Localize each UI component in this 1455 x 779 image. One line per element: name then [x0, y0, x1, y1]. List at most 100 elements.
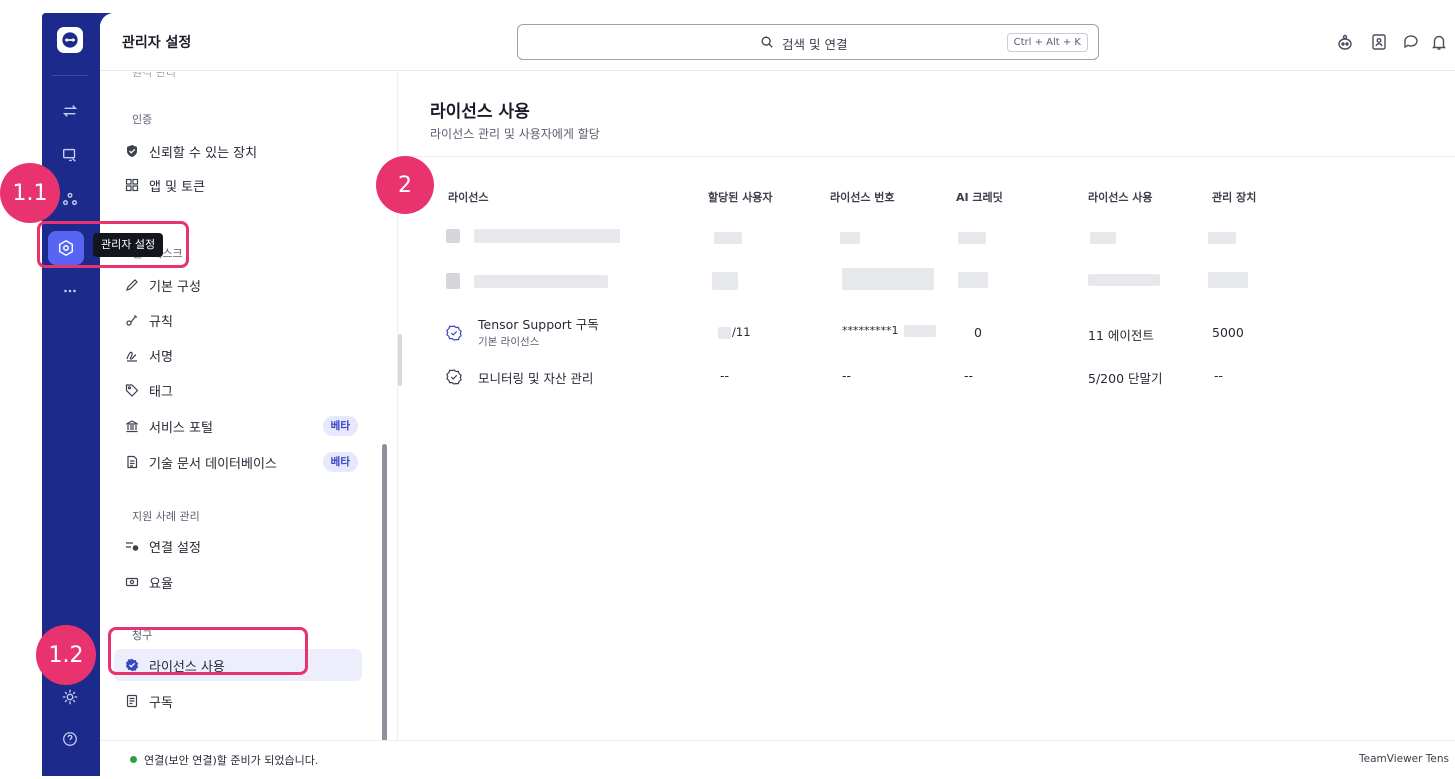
sidebar-item-basic-config[interactable]: 기본 구성: [114, 269, 362, 301]
money-icon: [124, 574, 140, 590]
sidebar-item-tags[interactable]: 태그: [114, 374, 362, 406]
remote-device-icon[interactable]: [56, 141, 84, 169]
assigned-users-count: --: [720, 368, 730, 383]
license-usage: 5/200 단말기: [1088, 371, 1163, 386]
rule-icon: [124, 312, 140, 328]
verified-badge-icon: [446, 369, 462, 385]
redacted-block: [714, 232, 742, 244]
annotation-badge-1-2: 1.2: [36, 625, 96, 685]
redacted-block: [474, 229, 620, 243]
contact-card-icon[interactable]: [1370, 33, 1388, 51]
sidebar-cut-label: 원격 관리: [132, 72, 176, 79]
license-number: *********1: [842, 324, 899, 337]
license-number: --: [842, 368, 852, 383]
sidebar-item-label: 서비스 포털: [149, 420, 213, 436]
verified-badge-icon: [446, 325, 462, 341]
redacted-block: [958, 232, 986, 244]
tag-icon: [124, 382, 140, 398]
content-divider: [402, 156, 1455, 157]
redacted-block: [842, 268, 934, 290]
sidebar-item-rules[interactable]: 규칙: [114, 304, 362, 336]
license-type: 기본 라이선스: [478, 336, 540, 348]
subscription-icon: [124, 693, 140, 709]
sidebar-item-subscription[interactable]: 구독: [114, 685, 362, 717]
top-header: 관리자 설정 검색 및 연결 Ctrl + Alt + K: [100, 13, 1455, 71]
sidebar-item-label: 태그: [149, 384, 173, 400]
swap-arrows-icon[interactable]: [56, 97, 84, 125]
redacted-block: [1208, 272, 1248, 288]
app-title: 관리자 설정: [122, 35, 192, 51]
redacted-block: [1208, 232, 1236, 244]
more-icon[interactable]: [56, 277, 84, 305]
search-placeholder: 검색 및 연결: [782, 37, 848, 52]
managed-devices: 5000: [1212, 325, 1244, 340]
search-input[interactable]: 검색 및 연결 Ctrl + Alt + K: [517, 24, 1099, 60]
page-subtitle: 라이선스 관리 및 사용자에게 할당: [430, 127, 600, 141]
sidebar-item-rates[interactable]: 요율: [114, 566, 362, 598]
annotation-box-license-usage: [108, 627, 308, 675]
license-name: Tensor Support 구독: [478, 317, 599, 332]
redacted-block: [1090, 232, 1116, 244]
network-icon[interactable]: [56, 185, 84, 213]
sidebar-item-label: 신뢰할 수 있는 장치: [149, 145, 258, 161]
page-title: 라이선스 사용: [430, 102, 530, 122]
redacted-block: [904, 325, 936, 337]
shield-check-icon: [124, 143, 140, 159]
column-header-assigned-users[interactable]: 할당된 사용자: [708, 189, 773, 205]
search-shortcut: Ctrl + Alt + K: [1006, 33, 1088, 52]
beta-badge: 베타: [322, 452, 358, 472]
sidebar-scrollbar[interactable]: [382, 444, 387, 740]
product-name: TeamViewer Tens: [1359, 753, 1449, 765]
redacted-block: [712, 272, 738, 290]
annotation-badge-1-1: 1.1: [0, 163, 60, 223]
rail-divider: [52, 75, 88, 76]
ai-credits: --: [964, 368, 974, 383]
column-header-license-usage[interactable]: 라이선스 사용: [1088, 189, 1153, 205]
managed-devices: --: [1214, 368, 1224, 383]
settings-gear-icon[interactable]: [56, 683, 84, 711]
redacted-block: [446, 273, 460, 289]
ai-credits: 0: [974, 325, 982, 340]
sidebar-item-knowledge-base[interactable]: 기술 문서 데이터베이스 베타: [114, 446, 362, 478]
column-header-license-number[interactable]: 라이선스 번호: [830, 189, 895, 205]
status-text: 연결(보안 연결)할 준비가 되었습니다.: [144, 754, 319, 767]
assistant-icon[interactable]: [1336, 33, 1354, 51]
help-icon[interactable]: [56, 725, 84, 753]
document-icon: [124, 454, 140, 470]
pencil-icon: [124, 277, 140, 293]
sidebar-item-signature[interactable]: 서명: [114, 339, 362, 371]
section-label-case-management: 지원 사례 관리: [132, 510, 200, 523]
sidebar-item-label: 규칙: [149, 314, 173, 330]
redacted-block: [840, 232, 860, 244]
sidebar-item-trusted-devices[interactable]: 신뢰할 수 있는 장치: [114, 135, 362, 167]
sidebar-item-label: 연결 설정: [149, 540, 201, 556]
column-header-ai-credits[interactable]: AI 크레딧: [956, 189, 1003, 205]
chat-icon[interactable]: [1402, 33, 1420, 51]
status-bar: 연결(보안 연결)할 준비가 되었습니다. TeamViewer Tens: [100, 740, 1455, 776]
sidebar-item-label: 앱 및 토큰: [149, 179, 206, 195]
search-icon: [761, 36, 773, 48]
sidebar-item-apps-tokens[interactable]: 앱 및 토큰: [114, 169, 362, 201]
sidebar-item-service-portal[interactable]: 서비스 포털 베타: [114, 410, 362, 442]
redacted-block: [474, 275, 608, 288]
apps-icon: [124, 177, 140, 193]
annotation-badge-2: 2: [376, 156, 434, 214]
license-usage: 11 에이전트: [1088, 328, 1154, 343]
redacted-block: [718, 327, 731, 339]
section-label-auth: 인증: [132, 113, 153, 126]
redacted-block: [958, 272, 988, 288]
sidebar-item-connection-settings[interactable]: 연결 설정: [114, 530, 362, 562]
signature-icon: [124, 347, 140, 363]
teamviewer-logo-icon[interactable]: [57, 27, 83, 53]
notification-bell-icon[interactable]: [1430, 33, 1448, 51]
assigned-users-count: /11: [732, 325, 751, 339]
sidebar-item-label: 요율: [149, 576, 173, 592]
beta-badge: 베타: [322, 416, 358, 436]
column-header-managed-devices[interactable]: 관리 장치: [1212, 189, 1256, 205]
redacted-block: [1088, 274, 1160, 286]
annotation-box-admin-settings: [37, 221, 189, 268]
connection-settings-icon: [124, 538, 140, 554]
sidebar-item-label: 서명: [149, 349, 173, 365]
bank-icon: [124, 418, 140, 434]
column-header-license[interactable]: 라이선스: [448, 189, 488, 205]
